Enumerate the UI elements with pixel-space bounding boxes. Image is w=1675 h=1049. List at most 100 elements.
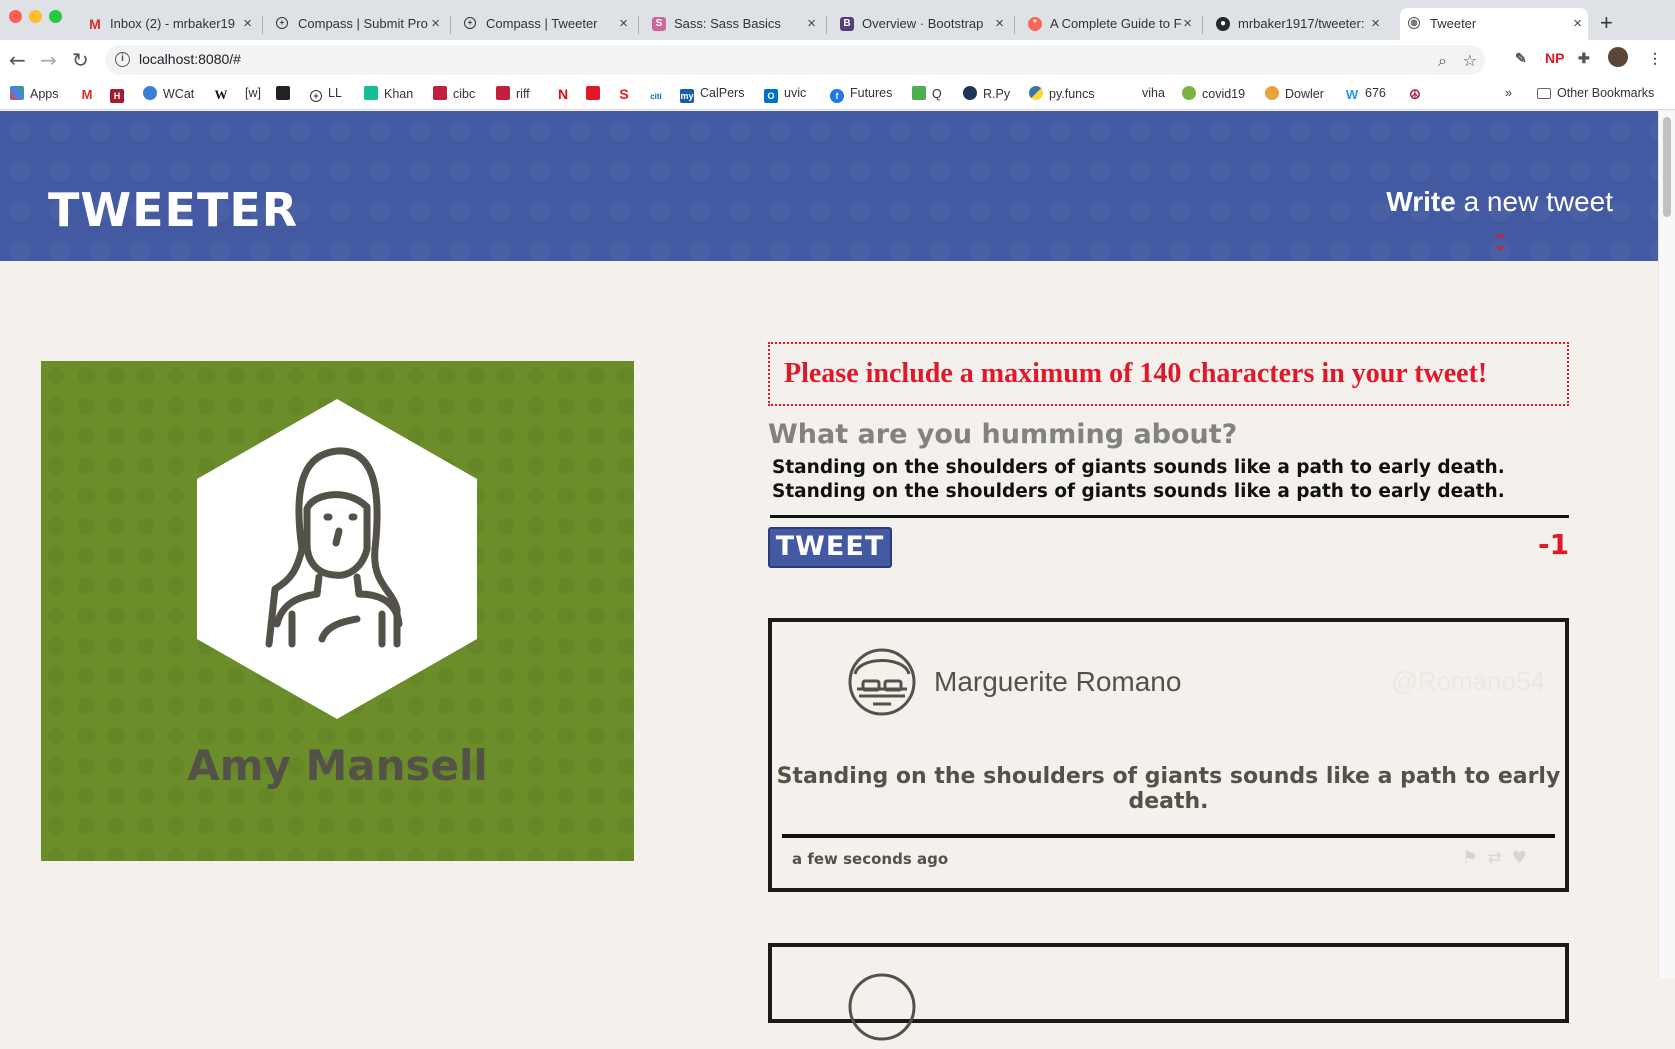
bookmark-label: Futures [850,86,893,100]
bookmark-pyfuncs[interactable]: py.funcs [1029,86,1095,101]
w-logo-icon: W [1345,87,1359,102]
bookmark-label: LL [328,86,342,100]
profile-avatar [197,399,477,719]
bookmark-citi[interactable]: citi [649,86,669,104]
heart-icon[interactable]: ♥ [1512,848,1537,868]
tweet-timestamp: a few seconds ago [792,850,949,868]
bookmark-q[interactable]: Q [912,86,942,101]
bookmark-label: uvic [784,86,807,100]
new-tab-button[interactable]: + [1600,10,1613,36]
close-window-icon[interactable] [9,10,22,23]
tweet-author-name: Marguerite Romano [934,666,1182,697]
browser-tab[interactable]: + Compass | Submit Pro × [268,8,446,40]
close-tab-icon[interactable]: × [995,8,1004,40]
close-tab-icon[interactable]: × [619,8,628,40]
bookmark-riff[interactable]: riff [496,86,530,101]
write-label: Write [1386,186,1456,217]
bookmark-harvard[interactable]: H [110,86,130,103]
maximize-window-icon[interactable] [49,10,62,23]
tweet-avatar [848,648,916,716]
browser-tab[interactable]: * A Complete Guide to F × [1020,8,1198,40]
bookmark-w[interactable]: [w] [245,86,261,100]
bookmark-viha[interactable]: viha [1142,86,1165,100]
site-logo[interactable]: TWEETER [48,183,298,237]
close-tab-icon[interactable]: × [431,8,440,40]
bookmark-wcat[interactable]: WCat [143,86,194,101]
bookmark-uvic[interactable]: Ouvic [764,86,806,103]
double-chevron-down-icon[interactable]: ⌄ ⌄ [1493,224,1508,254]
site-info-icon[interactable]: i [115,52,130,67]
monkey-icon [1265,86,1279,100]
np-extension-icon[interactable]: NP [1545,50,1564,66]
bookmark-wsj[interactable] [276,86,296,101]
write-new-tweet-toggle[interactable]: Write a new tweet [1386,186,1613,218]
browser-tab[interactable]: M Inbox (2) - mrbaker19 × [80,8,258,40]
reload-icon[interactable]: ↻ [72,48,89,72]
tweet-card: Marguerite Romano @Romano54 Standing on … [768,618,1569,892]
scrollbar-thumb[interactable] [1663,117,1671,217]
close-tab-icon[interactable]: × [1183,8,1192,40]
bookmark-label: riff [516,87,530,101]
gmail-icon: M [81,87,93,102]
bookmarks-overflow-icon[interactable]: » [1505,86,1512,100]
tweet-author-handle: @Romano54 [1391,666,1545,696]
browser-menu-icon[interactable]: ⋮ [1648,50,1662,67]
retweet-icon[interactable]: ⇄ [1488,848,1512,868]
bookmark-wikipedia[interactable]: W [214,86,234,102]
browser-tab[interactable]: ● mrbaker1917/tweeter: × [1208,8,1386,40]
flag-icon[interactable]: ⚑ [1462,848,1487,868]
address-bar[interactable]: i localhost:8080/# ⌕ ☆ [105,45,1485,75]
browser-tab[interactable]: + Compass | Tweeter × [456,8,634,40]
forward-icon[interactable]: → [40,48,57,72]
close-tab-icon[interactable]: × [1371,8,1380,40]
bookmark-khan[interactable]: Khan [364,86,413,101]
facebook-icon: f [830,89,844,103]
close-tab-icon[interactable]: × [1573,8,1582,40]
bookmark-676[interactable]: W 676 [1345,86,1386,102]
bookmark-scotia[interactable]: S [617,86,637,101]
cibc-icon [433,86,447,100]
eyedropper-extension-icon[interactable]: ✎ [1515,50,1527,67]
new-tweet-label: a new tweet [1455,186,1613,217]
url-text[interactable]: localhost:8080/# [139,51,241,67]
bookmark-calpers[interactable]: my CalPers [680,86,744,103]
browser-tab[interactable]: S Sass: Sass Basics × [644,8,822,40]
bookmark-label: py.funcs [1049,87,1095,101]
profile-avatar-icon[interactable] [1608,47,1628,67]
bookmark-gmail[interactable]: M [80,86,100,102]
bookmark-cibc[interactable]: cibc [433,86,475,101]
bookmark-label: Khan [384,87,414,101]
bookmark-label: cibc [453,87,476,101]
extensions-puzzle-icon[interactable]: ✚ [1578,50,1590,67]
bookmark-label: WCat [163,87,195,101]
tweet-submit-button[interactable]: TWEET [768,527,892,568]
bookmark-netflix[interactable]: N [556,86,576,101]
worldcat-icon [143,86,157,100]
bookmark-ll[interactable]: + LL [310,86,342,102]
minimize-window-icon[interactable] [29,10,42,23]
close-tab-icon[interactable]: × [807,8,816,40]
bookmark-label: Q [932,87,942,101]
bookmark-covid19[interactable]: covid19 [1182,86,1245,101]
khan-icon [364,86,378,100]
bookmark-label: viha [1142,86,1165,100]
bookmark-peace[interactable]: ☮ [1408,86,1428,102]
zoom-icon[interactable]: ⌕ [1438,51,1447,71]
close-tab-icon[interactable]: × [243,8,252,40]
tweet-textarea[interactable]: Standing on the shoulders of giants soun… [770,456,1569,518]
other-bookmarks[interactable]: Other Bookmarks [1537,86,1654,100]
peace-icon: ☮ [1409,87,1421,102]
bookmark-dowler[interactable]: Dowler [1265,86,1324,101]
bookmark-futures[interactable]: f Futures [830,86,892,103]
bookmark-apps[interactable]: Apps [10,86,59,101]
back-icon[interactable]: ← [9,48,26,72]
bookmark-star-icon[interactable]: ☆ [1463,51,1477,70]
bookmark-red[interactable] [586,86,606,101]
tab-title: Sass: Sass Basics [674,16,781,31]
browser-tab[interactable]: B Overview · Bootstrap × [832,8,1010,40]
bookmark-label: R.Py [983,87,1011,101]
page-scrollbar[interactable] [1658,111,1675,978]
css-tricks-icon: * [1028,17,1042,31]
bookmark-rpy[interactable]: R.Py [963,86,1010,101]
page-viewport: TWEETER Write a new tweet ⌄ ⌄ Amy Mansell… [0,111,1675,1041]
